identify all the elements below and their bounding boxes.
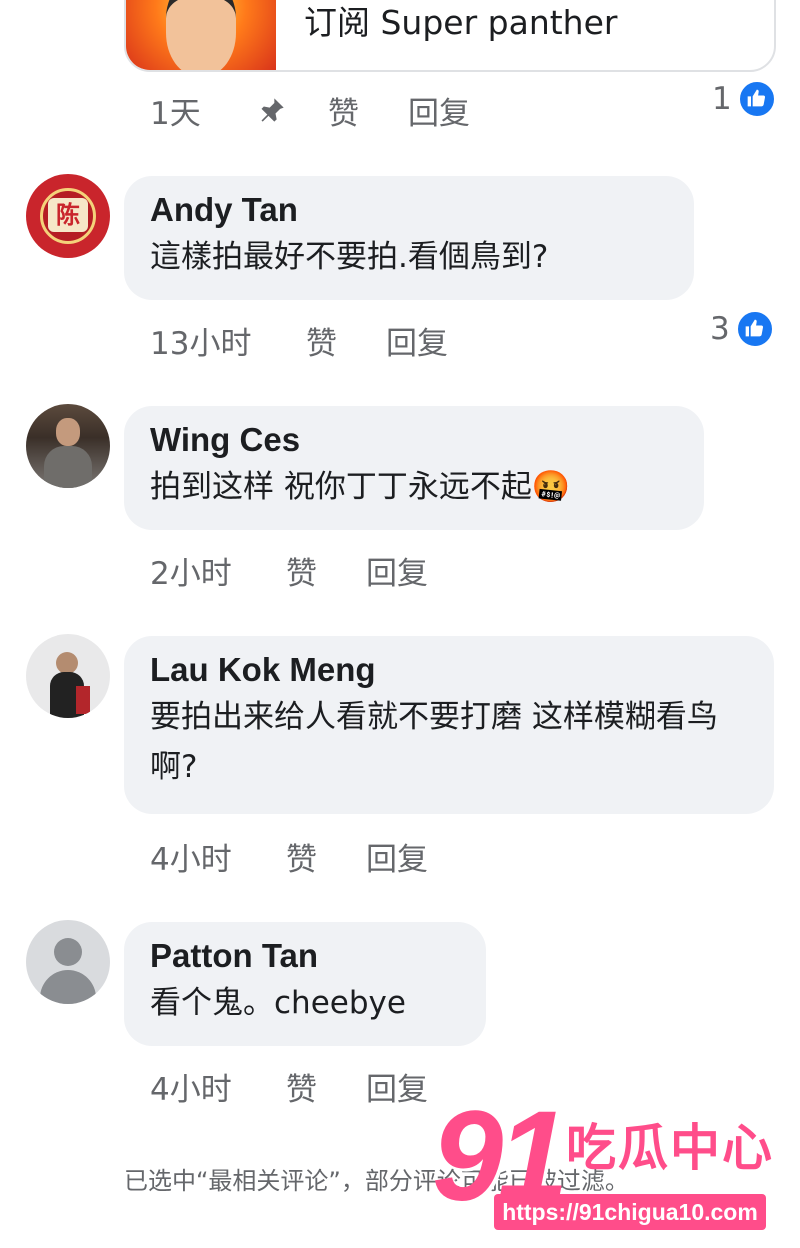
reaction-count: 1 — [712, 81, 732, 117]
comment-bubble: Patton Tan 看个鬼。cheebye — [124, 922, 486, 1046]
like-button[interactable]: 赞 — [328, 88, 359, 133]
like-button[interactable]: 赞 — [286, 1064, 317, 1109]
pin-icon — [258, 96, 286, 128]
reply-button[interactable]: 回复 — [366, 548, 428, 593]
avatar[interactable]: 陈 — [26, 174, 110, 258]
reply-button[interactable]: 回复 — [366, 1064, 428, 1109]
comment-bubble: Wing Ces 拍到这样 祝你丁丁永远不起🤬 — [124, 406, 704, 530]
shared-post-card[interactable]: 订阅 Super panther — [124, 0, 776, 72]
comment-author[interactable]: Andy Tan — [150, 188, 668, 232]
comment-bubble: Andy Tan 這樣拍最好不要拍.看個鳥到? — [124, 176, 694, 300]
comment-author[interactable]: Patton Tan — [150, 934, 460, 978]
avatar[interactable] — [26, 404, 110, 488]
comment-time: 4小时 — [150, 1072, 232, 1108]
comment-time: 2小时 — [150, 556, 232, 592]
reply-button[interactable]: 回复 — [408, 88, 470, 133]
avatar-badge-text: 陈 — [48, 198, 88, 232]
comment-text: 看个鬼。cheebye — [150, 985, 406, 1021]
reply-button[interactable]: 回复 — [386, 318, 448, 363]
post-thumbnail — [126, 0, 276, 70]
comment-time: 13小时 — [150, 326, 252, 362]
comment-author[interactable]: Wing Ces — [150, 418, 678, 462]
like-button[interactable]: 赞 — [306, 318, 337, 363]
comment-bubble: Lau Kok Meng 要拍出来给人看就不要打磨 这样模糊看鸟啊? — [124, 636, 774, 814]
comment-time: 1天 — [150, 96, 201, 132]
thumbs-up-icon — [735, 310, 774, 348]
subscribe-label[interactable]: 订阅 Super panther — [304, 0, 617, 44]
comment-text: 拍到这样 祝你丁丁永远不起🤬 — [150, 469, 571, 505]
reaction-count: 3 — [710, 311, 730, 347]
avatar[interactable] — [26, 634, 110, 718]
like-button[interactable]: 赞 — [286, 834, 317, 879]
thumbs-up-icon — [737, 80, 776, 118]
comment-text: 這樣拍最好不要拍.看個鳥到? — [150, 239, 549, 275]
reaction-summary[interactable]: 1 — [712, 80, 776, 118]
like-button[interactable]: 赞 — [286, 548, 317, 593]
default-avatar-icon[interactable] — [26, 920, 110, 1004]
watermark-logo-text: 吃瓜中心 — [566, 1119, 774, 1177]
angry-emoji-icon: 🤬 — [531, 469, 571, 505]
watermark-url: https://91chigua10.com — [494, 1194, 766, 1230]
comment-author[interactable]: Lau Kok Meng — [150, 648, 748, 692]
comment-time: 4小时 — [150, 842, 232, 878]
comment-text: 要拍出来给人看就不要打磨 这样模糊看鸟啊? — [150, 699, 718, 785]
reaction-summary[interactable]: 3 — [710, 310, 774, 348]
reply-button[interactable]: 回复 — [366, 834, 428, 879]
